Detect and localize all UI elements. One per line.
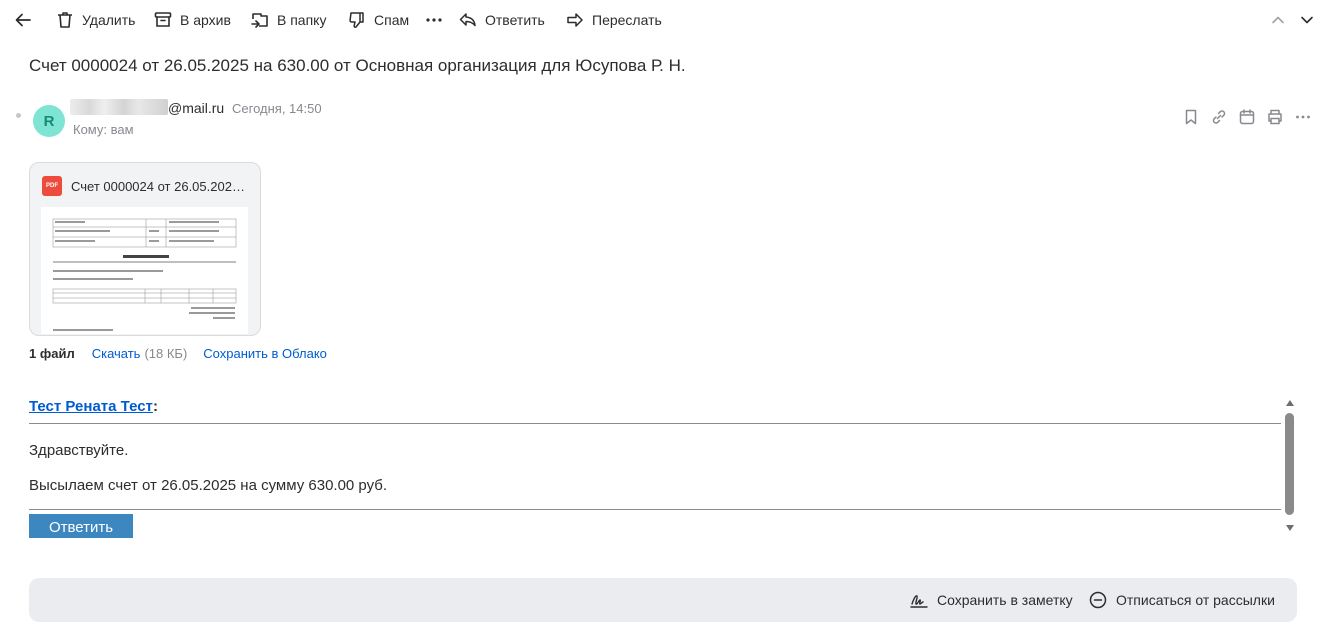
trash-icon xyxy=(54,9,76,31)
move-folder-icon xyxy=(249,9,271,31)
divider xyxy=(29,509,1281,510)
move-to-folder-label: В папку xyxy=(277,12,327,28)
message-footer: Сохранить в заметку Отписаться от рассыл… xyxy=(29,578,1297,622)
save-to-cloud-link[interactable]: Сохранить в Облако xyxy=(203,346,327,361)
message-subject: Счет 0000024 от 26.05.2025 на 630.00 от … xyxy=(29,56,686,75)
body-line-invoice: Высылаем счет от 26.05.2025 на сумму 630… xyxy=(29,477,388,494)
print-icon[interactable] xyxy=(1264,106,1286,128)
chevron-down-icon xyxy=(1296,9,1318,31)
thumb-down-icon xyxy=(346,9,368,31)
back-button[interactable] xyxy=(12,8,34,32)
chevron-up-icon xyxy=(1267,9,1289,31)
archive-icon xyxy=(152,9,174,31)
move-to-folder-button[interactable]: В папку xyxy=(249,8,326,32)
scroll-up-arrow[interactable] xyxy=(1286,400,1294,406)
sender-email-domain[interactable]: @mail.ru xyxy=(168,100,224,116)
unsubscribe-label: Отписаться от рассылки xyxy=(1116,592,1275,608)
reply-toolbar-button[interactable]: Ответить xyxy=(457,8,545,32)
download-link[interactable]: Скачать xyxy=(92,346,141,361)
attachment-header: PDF Счет 0000024 от 26.05.2025 на 630.00… xyxy=(42,176,249,196)
signature-icon xyxy=(909,590,929,610)
reply-toolbar-label: Ответить xyxy=(485,12,545,28)
archive-button[interactable]: В архив xyxy=(152,8,231,32)
forward-icon xyxy=(564,9,586,31)
sender-name-redacted[interactable] xyxy=(70,99,168,115)
message-body: Тест Рената Тест : Здравствуйте. Высылае… xyxy=(29,396,1283,538)
reply-icon xyxy=(457,9,479,31)
attachments-summary: 1 файл Скачать (18 КБ) Сохранить в Облак… xyxy=(29,346,327,361)
files-count: 1 файл xyxy=(29,346,75,361)
forward-button[interactable]: Переслать xyxy=(564,8,662,32)
minus-circle-icon xyxy=(1088,590,1108,610)
scrollbar-thumb[interactable] xyxy=(1285,413,1294,515)
download-size: (18 КБ) xyxy=(144,346,188,361)
previous-message-button[interactable] xyxy=(1267,8,1289,32)
divider xyxy=(29,423,1281,424)
attachment-filename: Счет 0000024 от 26.05.2025 на 630.00.pdf xyxy=(71,178,249,194)
avatar[interactable]: R xyxy=(33,105,65,137)
calendar-icon[interactable] xyxy=(1236,106,1258,128)
body-line-greeting: Здравствуйте. xyxy=(29,442,129,459)
next-message-button[interactable] xyxy=(1296,8,1318,32)
message-tools xyxy=(1180,106,1314,128)
message-date: Сегодня, 14:50 xyxy=(232,101,322,116)
archive-label: В архив xyxy=(180,12,231,28)
reply-button[interactable]: Ответить xyxy=(29,514,133,538)
forward-label: Переслать xyxy=(592,12,662,28)
spam-label: Спам xyxy=(374,12,410,28)
arrow-left-icon xyxy=(12,9,34,31)
recipient-name-link[interactable]: Тест Рената Тест xyxy=(29,398,153,415)
pdf-file-icon: PDF xyxy=(42,176,62,196)
more-dots-icon[interactable] xyxy=(1292,106,1314,128)
more-actions-button[interactable] xyxy=(423,8,445,32)
attachment-preview-thumbnail xyxy=(41,207,248,334)
more-dots-icon xyxy=(423,9,445,31)
avatar-letter: R xyxy=(43,112,55,130)
greeting-colon: : xyxy=(153,398,158,415)
recipient-line[interactable]: Кому: вам xyxy=(73,122,134,137)
unread-dot[interactable] xyxy=(16,113,21,118)
toolbar: Удалить В архив В папку Спам Ответить Пе… xyxy=(0,0,1328,40)
delete-button[interactable]: Удалить xyxy=(54,8,135,32)
save-to-note-button[interactable]: Сохранить в заметку xyxy=(909,590,1073,610)
spam-button[interactable]: Спам xyxy=(346,8,409,32)
delete-label: Удалить xyxy=(82,12,136,28)
scroll-down-arrow[interactable] xyxy=(1286,525,1294,531)
attachment-card[interactable]: PDF Счет 0000024 от 26.05.2025 на 630.00… xyxy=(29,162,261,336)
bookmark-icon[interactable] xyxy=(1180,106,1202,128)
pdf-badge-text: PDF xyxy=(46,183,58,189)
unsubscribe-button[interactable]: Отписаться от рассылки xyxy=(1088,590,1275,610)
save-to-note-label: Сохранить в заметку xyxy=(937,592,1073,608)
link-icon[interactable] xyxy=(1208,106,1230,128)
